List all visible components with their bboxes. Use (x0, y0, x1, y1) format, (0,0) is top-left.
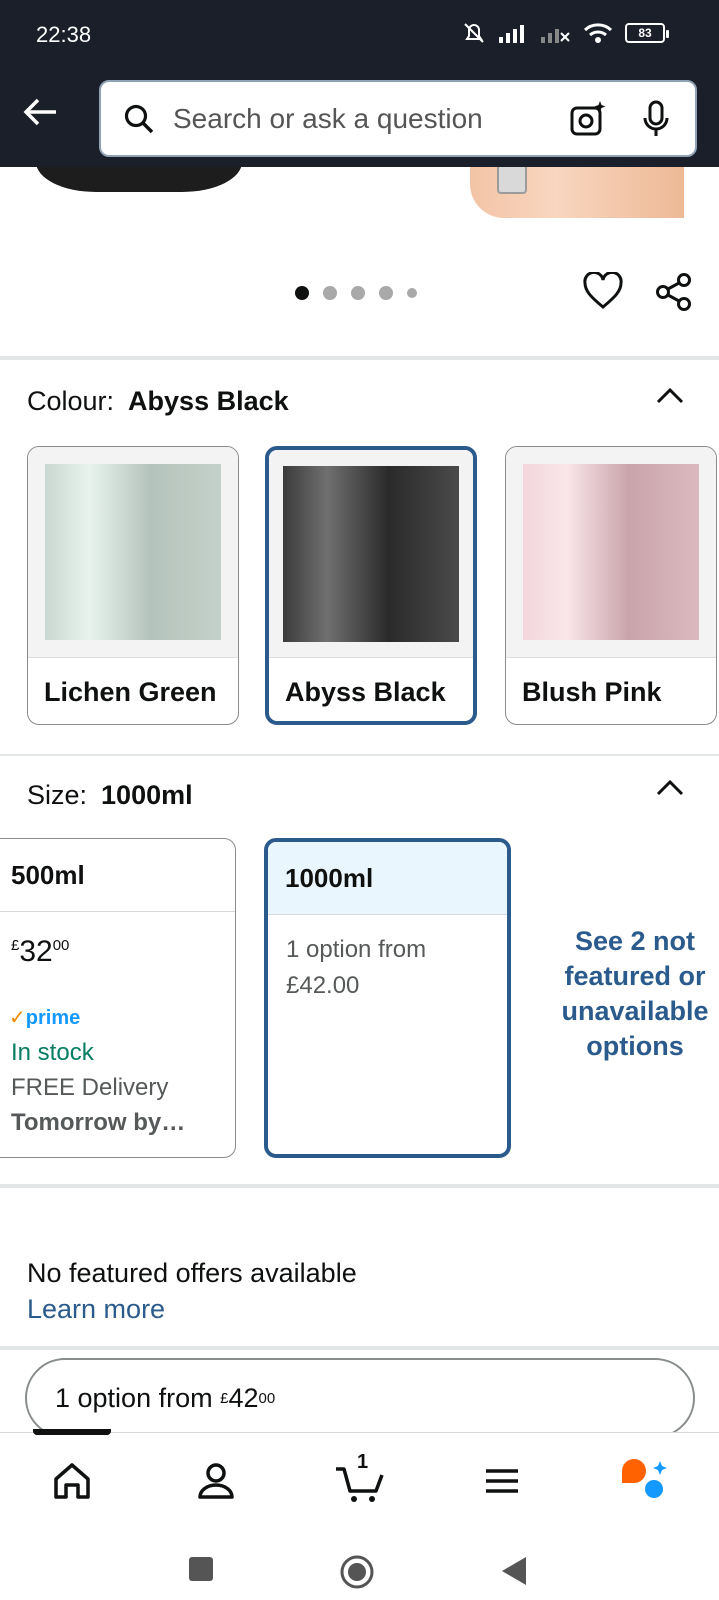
size-option-name: 1000ml (268, 842, 507, 915)
size-selected-value: 1000ml (101, 780, 193, 810)
menu-icon[interactable] (478, 1457, 526, 1505)
delivery-time: Tomorrow by… (11, 1109, 186, 1136)
search-icon (124, 104, 154, 133)
carousel-dot[interactable] (351, 286, 365, 300)
signal-off-icon (541, 29, 570, 43)
section-divider (0, 1346, 719, 1350)
size-label: Size: 1000ml (27, 780, 193, 810)
size-option-1000ml[interactable]: 1000ml 1 option from £42.00 (264, 838, 511, 1158)
learn-more-link[interactable]: Learn more (27, 1294, 165, 1325)
swatch-label: Blush Pink (522, 676, 662, 707)
swatch-image (45, 464, 221, 640)
back-arrow-icon[interactable] (20, 92, 60, 132)
chevron-up-icon[interactable] (656, 386, 684, 404)
account-icon[interactable] (192, 1457, 240, 1505)
system-navigation-bar (0, 1532, 719, 1600)
section-divider (0, 356, 719, 360)
colour-selected-value: Abyss Black (128, 386, 289, 416)
swatch-image (283, 465, 459, 642)
bell-off-icon (464, 23, 484, 43)
carousel-dots[interactable] (295, 286, 417, 300)
carousel-dot[interactable] (379, 286, 393, 300)
swatch-label: Lichen Green (44, 676, 217, 707)
cart-count: 1 (357, 1451, 369, 1473)
rufus-assistant-icon[interactable] (620, 1457, 668, 1505)
home-button-icon[interactable] (339, 1554, 375, 1590)
delivery-info: FREE Delivery (11, 1074, 169, 1101)
swatch-label: Abyss Black (285, 676, 446, 707)
back-button-icon[interactable] (500, 1556, 528, 1586)
heart-icon[interactable] (583, 272, 623, 310)
carousel-dot[interactable] (407, 288, 417, 298)
swatch-image (523, 464, 699, 640)
section-divider (0, 754, 719, 756)
status-icons: 83 (461, 20, 669, 46)
status-time: 22:38 (36, 22, 92, 47)
colour-option-blush-pink[interactable]: Blush Pink (505, 446, 717, 725)
no-offers-text: No featured offers available (27, 1258, 357, 1288)
colour-label: Colour: Abyss Black (27, 386, 289, 416)
bottom-nav: 1 (0, 1429, 719, 1532)
colour-option-lichen-green[interactable]: Lichen Green (27, 446, 239, 725)
size-option-price: £3200 (11, 935, 70, 968)
see-unavailable-options-link[interactable]: See 2 not featured or unavailable option… (548, 924, 719, 1064)
chevron-up-icon[interactable] (656, 778, 684, 796)
share-icon[interactable] (655, 272, 693, 312)
signal-icon (499, 25, 524, 43)
nav-active-indicator (33, 1429, 111, 1435)
size-option-500ml[interactable]: 500ml £3200 ✓prime In stock FREE Deliver… (0, 838, 236, 1158)
battery-icon: 83 (625, 23, 669, 43)
size-option-name: 500ml (0, 839, 235, 912)
colour-option-abyss-black[interactable]: Abyss Black (265, 446, 477, 725)
prime-badge: ✓prime (9, 1007, 81, 1029)
recent-apps-icon[interactable] (188, 1556, 214, 1582)
section-divider (0, 1184, 719, 1188)
carousel-dot[interactable] (295, 286, 309, 300)
top-bar: 22:38 83 Search or ask a question (0, 0, 719, 167)
option-from-button[interactable]: 1 option from £42 00 (25, 1358, 695, 1438)
size-option-offer: 1 option from £42.00 (286, 936, 427, 999)
microphone-icon[interactable] (641, 100, 671, 138)
carousel-dot[interactable] (323, 286, 337, 300)
search-input[interactable]: Search or ask a question (173, 103, 569, 135)
camera-search-icon[interactable] (569, 100, 607, 138)
wifi-icon (583, 23, 613, 43)
home-icon[interactable] (48, 1457, 96, 1505)
product-image-fragment (497, 164, 527, 194)
search-bar[interactable]: Search or ask a question (99, 80, 697, 157)
stock-status: In stock (11, 1039, 94, 1066)
